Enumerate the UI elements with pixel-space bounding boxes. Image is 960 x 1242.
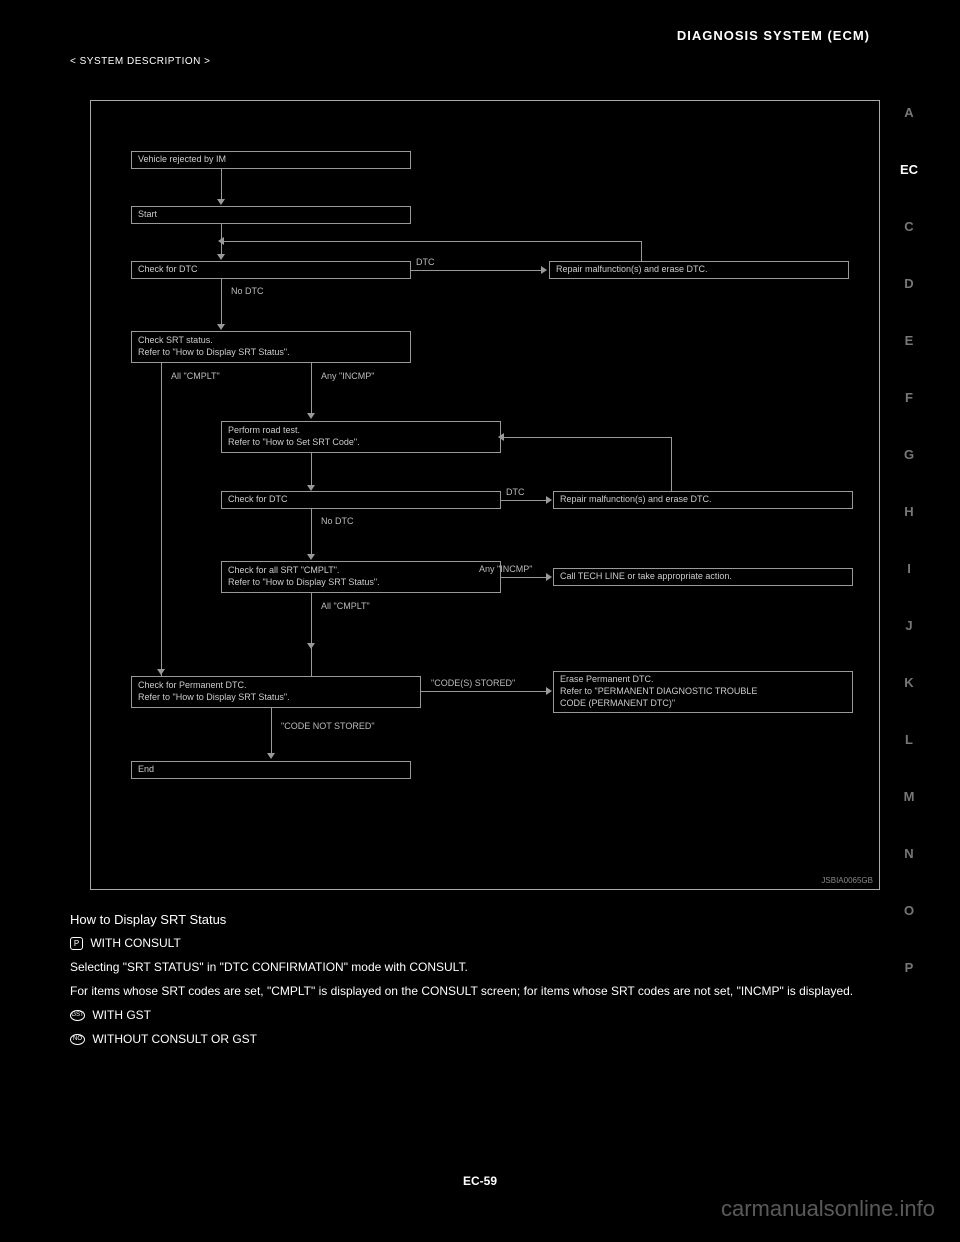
sidebar-item-i[interactable]: I (907, 561, 911, 576)
flowchart-diagram: Vehicle rejected by IM Start Check for D… (90, 100, 880, 890)
node-road-test-l2: Refer to "How to Set SRT Code". (228, 437, 494, 449)
node-check-srt: Check SRT status. Refer to "How to Displ… (131, 331, 411, 363)
para-with-gst: GST WITH GST (70, 1006, 860, 1024)
node-repair-2: Repair malfunction(s) and erase DTC. (553, 491, 853, 509)
label-any-incmp-1: Any "INCMP" (321, 371, 374, 381)
sidebar-item-m[interactable]: M (904, 789, 915, 804)
consult-icon: P (70, 937, 83, 950)
node-erase-permanent-l1: Erase Permanent DTC. (560, 674, 846, 686)
page-header-title: DIAGNOSIS SYSTEM (ECM) (677, 28, 870, 43)
para-without-consult-text: WITHOUT CONSULT OR GST (89, 1032, 257, 1046)
node-check-permanent-dtc-l1: Check for Permanent DTC. (138, 680, 414, 692)
label-dtc-2: DTC (506, 487, 525, 497)
label-all-cmplt-2: All "CMPLT" (321, 601, 370, 611)
sidebar-item-n[interactable]: N (904, 846, 913, 861)
node-check-all-srt-l2: Refer to "How to Display SRT Status". (228, 577, 494, 589)
node-check-dtc-1: Check for DTC (131, 261, 411, 279)
diagram-id: JSBIA0065GB (821, 876, 873, 885)
para-with-consult: P WITH CONSULT (70, 934, 860, 952)
sidebar-item-ec[interactable]: EC (900, 162, 918, 177)
sidebar-item-e[interactable]: E (905, 333, 914, 348)
node-start: Start (131, 206, 411, 224)
node-road-test-l1: Perform road test. (228, 425, 494, 437)
watermark: carmanualsonline.info (721, 1196, 935, 1222)
para-without-consult: NO WITHOUT CONSULT OR GST (70, 1030, 860, 1048)
node-check-permanent-dtc: Check for Permanent DTC. Refer to "How t… (131, 676, 421, 708)
body-text: How to Display SRT Status P WITH CONSULT… (70, 910, 860, 1054)
para-srt-status: Selecting "SRT STATUS" in "DTC CONFIRMAT… (70, 958, 860, 976)
label-code-not-stored: "CODE NOT STORED" (281, 721, 375, 731)
label-no-dtc-1: No DTC (231, 286, 264, 296)
node-erase-permanent-l2: Refer to "PERMANENT DIAGNOSTIC TROUBLE (560, 686, 846, 698)
sidebar-item-h[interactable]: H (904, 504, 913, 519)
label-no-dtc-2: No DTC (321, 516, 354, 526)
node-end: End (131, 761, 411, 779)
sidebar-item-k[interactable]: K (904, 675, 913, 690)
node-erase-permanent: Erase Permanent DTC. Refer to "PERMANENT… (553, 671, 853, 713)
sidebar-item-p[interactable]: P (905, 960, 914, 975)
node-check-all-srt: Check for all SRT "CMPLT". Refer to "How… (221, 561, 501, 593)
sidebar-item-c[interactable]: C (904, 219, 913, 234)
sidebar-item-o[interactable]: O (904, 903, 914, 918)
node-check-permanent-dtc-l2: Refer to "How to Display SRT Status". (138, 692, 414, 704)
node-check-srt-l1: Check SRT status. (138, 335, 404, 347)
sidebar-item-j[interactable]: J (905, 618, 912, 633)
section-subtitle: < SYSTEM DESCRIPTION > (70, 56, 210, 67)
node-vehicle-rejected: Vehicle rejected by IM (131, 151, 411, 169)
node-erase-permanent-l3: CODE (PERMANENT DTC)" (560, 698, 846, 710)
para-cmplt-incmp: For items whose SRT codes are set, "CMPL… (70, 982, 860, 1000)
node-check-srt-l2: Refer to "How to Display SRT Status". (138, 347, 404, 359)
label-all-cmplt-1: All "CMPLT" (171, 371, 220, 381)
page-number: EC-59 (463, 1174, 497, 1188)
node-repair-1: Repair malfunction(s) and erase DTC. (549, 261, 849, 279)
sidebar-item-l[interactable]: L (905, 732, 913, 747)
heading-display-srt: How to Display SRT Status (70, 910, 860, 930)
sidebar-item-f[interactable]: F (905, 390, 913, 405)
node-road-test: Perform road test. Refer to "How to Set … (221, 421, 501, 453)
sidebar-item-a[interactable]: A (904, 105, 913, 120)
node-check-dtc-2: Check for DTC (221, 491, 501, 509)
no-tools-icon: NO (70, 1034, 85, 1045)
label-any-incmp-2: Any "INCMP" (479, 564, 532, 574)
label-codes-stored: "CODE(S) STORED" (431, 678, 515, 688)
label-dtc-1: DTC (416, 257, 435, 267)
sidebar-item-g[interactable]: G (904, 447, 914, 462)
para-with-gst-text: WITH GST (89, 1008, 151, 1022)
node-techline: Call TECH LINE or take appropriate actio… (553, 568, 853, 586)
sidebar-nav: A EC C D E F G H I J K L M N O P (893, 105, 925, 975)
node-check-all-srt-l1: Check for all SRT "CMPLT". (228, 565, 494, 577)
sidebar-item-d[interactable]: D (904, 276, 913, 291)
gst-icon: GST (70, 1010, 85, 1021)
para-with-consult-text: WITH CONSULT (87, 936, 181, 950)
